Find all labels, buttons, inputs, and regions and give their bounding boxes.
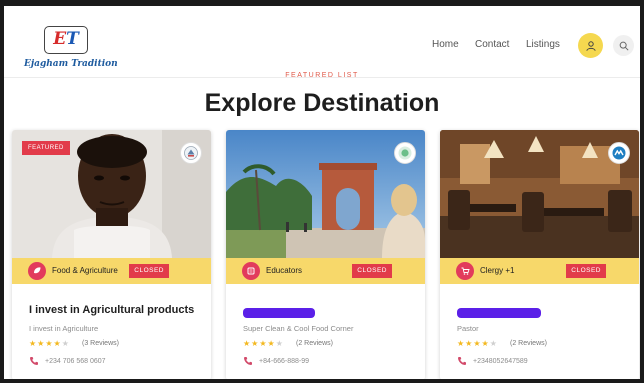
listing-photo[interactable]: FEATURED [12, 130, 211, 258]
clergy-icon [461, 267, 470, 275]
review-count[interactable]: (3 Reviews) [82, 340, 119, 347]
status-badge: CLOSED [129, 264, 169, 278]
leaf-logo-icon [398, 146, 412, 160]
page: ET Ejagham Tradition Home Contact Listin… [4, 6, 640, 379]
review-count[interactable]: (2 Reviews) [296, 340, 333, 347]
emblem-icon [184, 146, 198, 160]
featured-badge: FEATURED [22, 141, 70, 155]
user-icon [585, 40, 596, 51]
rating-stars: ★★★★★ [243, 339, 284, 348]
review-count[interactable]: (2 Reviews) [510, 340, 547, 347]
search-button[interactable] [613, 35, 634, 56]
site-header: ET Ejagham Tradition Home Contact Listin… [4, 6, 640, 78]
section-title: Explore Destination [204, 89, 440, 117]
category-icon [242, 262, 260, 280]
food-agriculture-icon [34, 267, 41, 274]
listing-card[interactable]: Clergy +1 CLOSED Pastor ★★★★★ (2 Reviews… [440, 130, 639, 379]
phone-number[interactable]: +234 706 568 0607 [45, 358, 106, 365]
phone-number[interactable]: +2348052647589 [473, 358, 528, 365]
listing-subtitle: Pastor [457, 324, 479, 333]
section-kicker: FEATURED LIST [285, 72, 359, 79]
user-account-button[interactable] [578, 33, 603, 58]
category-strip: Clergy +1 CLOSED [440, 258, 639, 284]
logo-mark: ET [44, 26, 88, 54]
phone-number[interactable]: +84-666-888-99 [259, 358, 309, 365]
listing-subtitle: I invest in Agriculture [29, 324, 99, 333]
owner-avatar[interactable] [180, 142, 202, 164]
educators-icon [247, 267, 255, 275]
category-icon [28, 262, 46, 280]
redacted-listing-title[interactable] [457, 308, 541, 318]
status-badge: CLOSED [352, 264, 392, 278]
logo-text: Ejagham Tradition [24, 59, 118, 69]
nav-listings-link[interactable]: Listings [526, 39, 560, 50]
rating-stars: ★★★★★ [29, 339, 70, 348]
phone-icon [244, 357, 252, 365]
listing-card[interactable]: Educators CLOSED Super Clean & Cool Food… [226, 130, 425, 379]
listing-title[interactable]: I invest in Agricultural products [29, 304, 194, 316]
category-link[interactable]: Educators [266, 266, 302, 275]
owner-avatar[interactable] [608, 142, 630, 164]
category-icon [456, 262, 474, 280]
listing-photo[interactable] [226, 130, 425, 258]
status-badge: CLOSED [566, 264, 606, 278]
phone-icon [30, 357, 38, 365]
category-strip: Educators CLOSED [226, 258, 425, 284]
listing-subtitle: Super Clean & Cool Food Corner [243, 324, 354, 333]
category-link[interactable]: Food & Agriculture [52, 266, 118, 275]
owner-avatar[interactable] [394, 142, 416, 164]
category-link[interactable]: Clergy +1 [480, 266, 514, 275]
site-logo[interactable]: ET Ejagham Tradition [24, 26, 118, 72]
rating-stars: ★★★★★ [457, 339, 498, 348]
brand-logo-icon [612, 146, 626, 160]
category-strip: Food & Agriculture CLOSED [12, 258, 211, 284]
nav-contact-link[interactable]: Contact [475, 39, 509, 50]
nav-home-link[interactable]: Home [432, 39, 459, 50]
search-icon [619, 41, 629, 51]
redacted-listing-title[interactable] [243, 308, 315, 318]
listing-photo[interactable] [440, 130, 639, 258]
phone-icon [458, 357, 466, 365]
listing-card[interactable]: FEATURED Food & Agriculture CLOSED I inv… [12, 130, 211, 379]
